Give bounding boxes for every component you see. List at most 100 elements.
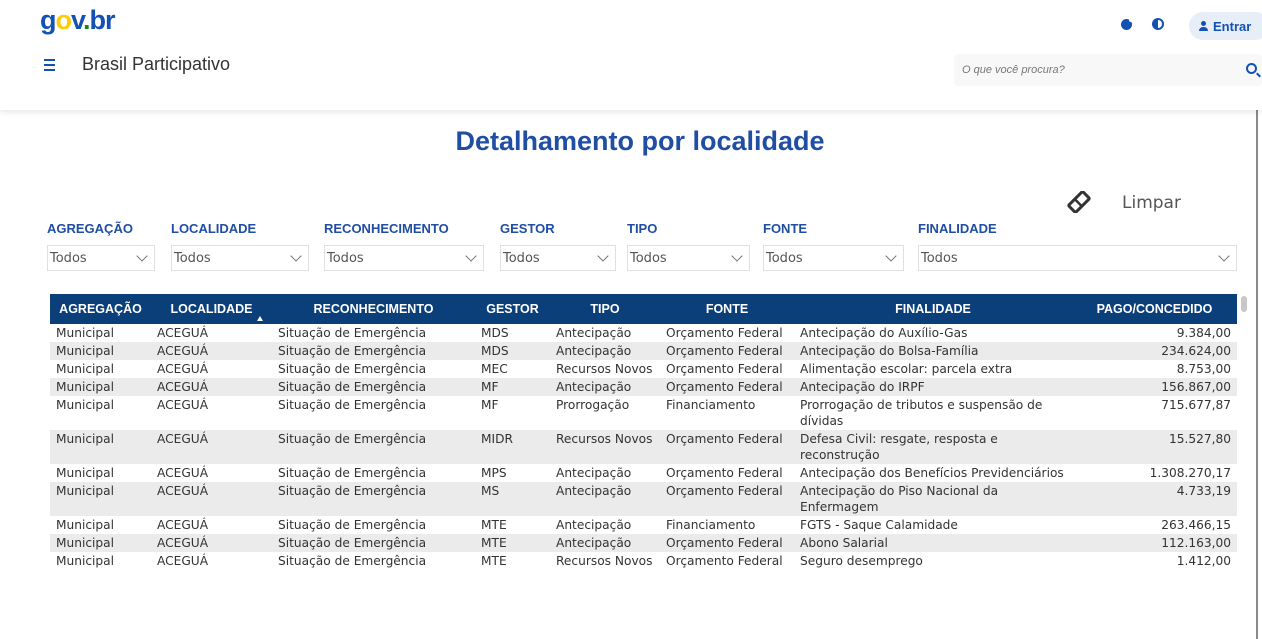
search-box xyxy=(954,54,1262,86)
column-header[interactable]: GESTOR xyxy=(475,294,550,324)
filter-reconhecimento: RECONHECIMENTO Todos xyxy=(324,221,484,271)
table-cell: ACEGUÁ xyxy=(157,326,209,340)
chevron-down-icon xyxy=(731,250,743,262)
filter-label: LOCALIDADE xyxy=(171,221,257,236)
search-input[interactable] xyxy=(954,54,1234,86)
table-cell: Antecipação do IRPF xyxy=(794,378,1072,396)
filter-label: FINALIDADE xyxy=(918,221,997,236)
filter-select-finalidade[interactable]: Todos xyxy=(918,245,1237,271)
column-header[interactable]: TIPO xyxy=(550,294,660,324)
table-row[interactable]: Municipal ACEGUÁ Situação de Emergência MF A… xyxy=(50,378,1237,396)
table-cell: Antecipação do Piso Nacional da Enfermag… xyxy=(794,482,1072,516)
filter-tipo: TIPO Todos xyxy=(627,221,750,271)
table-cell: ACEGUÁ xyxy=(157,362,209,376)
filter-select-tipo[interactable]: Todos xyxy=(627,245,750,271)
clear-filters-button[interactable]: Limpar xyxy=(1122,193,1181,213)
filter-label: FONTE xyxy=(763,221,808,236)
eraser-icon[interactable] xyxy=(1066,191,1092,213)
table-cell: 112.163,00 xyxy=(1072,534,1237,552)
table-cell: MTE xyxy=(481,518,507,532)
table-cell: Municipal xyxy=(56,362,115,376)
login-button[interactable]: Entrar xyxy=(1189,12,1262,40)
table-row[interactable]: Municipal ACEGUÁ Situação de Emergência MDS… xyxy=(50,324,1237,342)
table-row[interactable]: Municipal ACEGUÁ Situação de Emergência MF P… xyxy=(50,396,1237,430)
login-label: Entrar xyxy=(1213,18,1252,34)
table-cell: Financiamento xyxy=(666,518,756,532)
table-cell: Financiamento xyxy=(666,398,756,412)
table-row[interactable]: Municipal ACEGUÁ Situação de Emergência MTE… xyxy=(50,534,1237,552)
table-cell: Situação de Emergência xyxy=(278,554,427,568)
column-header[interactable]: LOCALIDADE xyxy=(151,294,272,324)
table-row[interactable]: Municipal ACEGUÁ Situação de Emergência MPS… xyxy=(50,464,1237,482)
table-cell: ACEGUÁ xyxy=(151,430,272,464)
table-cell: Municipal xyxy=(56,326,115,340)
site-title[interactable]: Brasil Participativo xyxy=(82,54,230,75)
table-cell: Prorrogação xyxy=(556,398,630,412)
govbr-logo[interactable]: gov.br xyxy=(40,5,116,36)
table-cell: MDS xyxy=(481,326,509,340)
table-cell: 15.527,80 xyxy=(1072,430,1237,464)
table-cell: 156.867,00 xyxy=(1072,378,1237,396)
table-row[interactable]: Municipal ACEGUÁ Situação de Emergência MS A… xyxy=(50,482,1237,516)
table-row[interactable]: Municipal ACEGUÁ Situação de Emergência MDS… xyxy=(50,342,1237,360)
column-header[interactable]: RECONHECIMENTO xyxy=(272,294,475,324)
table-cell: Orçamento Federal xyxy=(660,534,794,552)
table-cell: Antecipação do Auxílio-Gas xyxy=(800,326,968,340)
table-row[interactable]: Municipal ACEGUÁ Situação de Emergência MTE… xyxy=(50,552,1237,570)
table-cell: Orçamento Federal xyxy=(666,554,783,568)
column-header[interactable]: AGREGAÇÃO xyxy=(50,294,151,324)
table-cell: Antecipação xyxy=(550,378,660,396)
table-cell: Recursos Novos xyxy=(556,362,653,376)
chevron-down-icon xyxy=(290,250,302,262)
table-cell: Situação de Emergência xyxy=(272,342,475,360)
table-cell: Municipal xyxy=(56,466,115,480)
table-cell: Municipal xyxy=(50,482,151,516)
filter-select-fonte[interactable]: Todos xyxy=(763,245,904,271)
table-cell: MTE xyxy=(481,554,507,568)
contrast-icon[interactable] xyxy=(1150,16,1166,32)
table-cell: ACEGUÁ xyxy=(157,518,209,532)
search-icon[interactable] xyxy=(1246,63,1257,74)
column-header[interactable]: FONTE xyxy=(660,294,794,324)
table-cell: Municipal xyxy=(56,554,115,568)
table-cell: ACEGUÁ xyxy=(151,378,272,396)
column-header[interactable]: PAGO/CONCEDIDO xyxy=(1072,294,1237,324)
table-cell: Prorrogação de tributos e suspensão de d… xyxy=(800,398,1043,428)
table-cell: Municipal xyxy=(56,518,115,532)
table-cell: Orçamento Federal xyxy=(660,430,794,464)
table-cell: Situação de Emergência xyxy=(272,378,475,396)
table-cell: Alimentação escolar: parcela extra xyxy=(800,362,1013,376)
table-row[interactable]: Municipal ACEGUÁ Situação de Emergência MID… xyxy=(50,430,1237,464)
sort-ascending-icon xyxy=(257,316,263,321)
table-cell: ACEGUÁ xyxy=(157,466,209,480)
table-cell: MEC xyxy=(481,362,508,376)
site-header: gov.br Brasil Participativo Entrar xyxy=(0,0,1262,110)
chevron-down-icon xyxy=(136,250,148,262)
table-cell: Orçamento Federal xyxy=(660,342,794,360)
table-cell: Municipal xyxy=(50,342,151,360)
filter-select-agregacao[interactable]: Todos xyxy=(47,245,155,271)
table-cell: Antecipação xyxy=(550,342,660,360)
column-header[interactable]: FINALIDADE xyxy=(794,294,1072,324)
table-cell: MF xyxy=(481,398,499,412)
table-cell: MIDR xyxy=(475,430,550,464)
filter-select-localidade[interactable]: Todos xyxy=(171,245,309,271)
table-cell: ACEGUÁ xyxy=(157,398,209,412)
table-cell: Recursos Novos xyxy=(556,554,653,568)
table-scrollbar[interactable] xyxy=(1241,296,1247,312)
menu-icon[interactable] xyxy=(44,56,62,74)
table-row[interactable]: Municipal ACEGUÁ Situação de Emergência MTE… xyxy=(50,516,1237,534)
table-cell: 4.733,19 xyxy=(1072,482,1237,516)
table-cell: 1.412,00 xyxy=(1176,554,1231,568)
table-cell: Orçamento Federal xyxy=(666,466,783,480)
table-row[interactable]: Municipal ACEGUÁ Situação de Emergência MEC… xyxy=(50,360,1237,378)
data-table: AGREGAÇÃO LOCALIDADE RECONHECIMENTO GEST… xyxy=(50,294,1237,570)
filter-label: AGREGAÇÃO xyxy=(47,221,133,236)
cookie-icon[interactable] xyxy=(1118,16,1134,32)
table-cell: MPS xyxy=(481,466,507,480)
table-cell: Antecipação xyxy=(550,534,660,552)
filter-select-reconhecimento[interactable]: Todos xyxy=(324,245,484,271)
filter-select-gestor[interactable]: Todos xyxy=(500,245,616,271)
table-cell: ACEGUÁ xyxy=(157,554,209,568)
table-cell: Antecipação do Bolsa-Família xyxy=(794,342,1072,360)
